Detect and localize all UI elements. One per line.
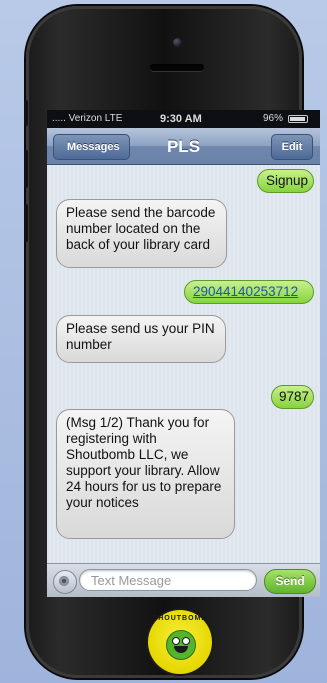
status-bar: ..... Verizon LTE 9:30 AM 96% [47, 110, 320, 128]
message-bubble-incoming: Please send the barcode number located o… [56, 199, 227, 268]
logo-right-eye [182, 637, 190, 645]
camera-icon[interactable] [53, 570, 77, 594]
clock: 9:30 AM [160, 113, 202, 125]
battery-icon [288, 115, 308, 123]
carrier-label: ..... Verizon LTE [52, 113, 123, 124]
barcode-number-link[interactable]: 29044140253712 [193, 284, 298, 299]
logo-left-eye [172, 637, 180, 645]
battery-percent: 96% [263, 113, 284, 124]
send-button[interactable]: Send [264, 569, 316, 594]
front-camera [173, 38, 182, 47]
message-bubble-outgoing: Signup [257, 169, 314, 193]
logo-wordmark: SHOUTBOMB [152, 615, 208, 622]
battery-fill [290, 117, 305, 121]
smiley-icon [166, 630, 196, 660]
message-composer: Text Message Send [47, 563, 320, 597]
message-bubble-outgoing: 29044140253712 [184, 280, 314, 304]
message-bubble-outgoing: 9787 [271, 385, 314, 409]
shoutbomb-logo: SHOUTBOMB [148, 610, 212, 674]
logo-mouth [174, 646, 188, 653]
message-bubble-incoming: (Msg 1/2) Thank you for registering with… [56, 409, 235, 539]
earpiece-speaker [150, 64, 204, 71]
phone-screen: ..... Verizon LTE 9:30 AM 96% Messages P… [47, 110, 320, 597]
navigation-bar: Messages PLS Edit [47, 128, 320, 165]
volume-down-button [24, 204, 28, 242]
text-message-input[interactable]: Text Message [79, 569, 257, 591]
ringer-switch [24, 100, 28, 126]
message-bubble-incoming: Please send us your PIN number [56, 315, 226, 363]
edit-button[interactable]: Edit [271, 134, 313, 160]
volume-up-button [24, 150, 28, 188]
